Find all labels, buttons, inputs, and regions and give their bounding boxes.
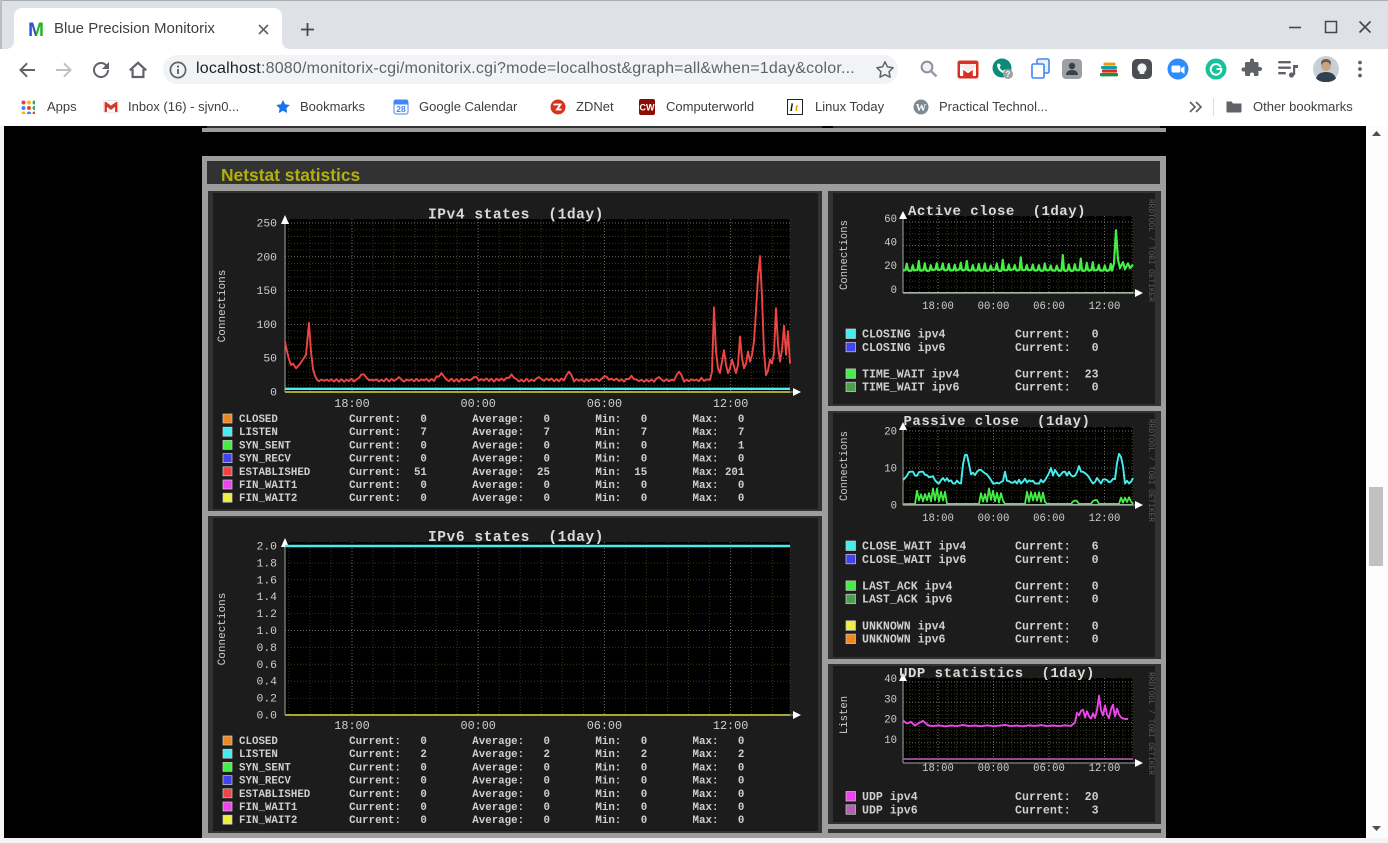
- svg-text:ESTABLISHED Current: 51: ESTABLISHED Current: 51 Average: 25 Min:…: [239, 467, 745, 479]
- svg-text:0: 0: [891, 285, 897, 297]
- svg-text:Connections: Connections: [217, 270, 229, 343]
- svg-text:12:00: 12:00: [1089, 763, 1121, 775]
- svg-text:IPv4 states (1day): IPv4 states (1day): [428, 208, 604, 224]
- svg-text:250: 250: [256, 219, 277, 231]
- svg-text:00:00: 00:00: [460, 397, 495, 411]
- svg-text:Connections: Connections: [217, 593, 229, 666]
- svg-text:06:00: 06:00: [1033, 301, 1065, 313]
- svg-text:20: 20: [884, 427, 897, 439]
- svg-text:Passive close (1day): Passive close (1day): [904, 414, 1091, 430]
- svg-text:LISTEN Current: 7: LISTEN Current: 7 Average: 7 Min: 7 Max:…: [239, 427, 744, 439]
- svg-text:12:00: 12:00: [1089, 301, 1121, 313]
- svg-text:RRDTOOL / TOBI OETIKER: RRDTOOL / TOBI OETIKER: [1146, 419, 1154, 522]
- svg-text:12:00: 12:00: [713, 719, 748, 733]
- svg-text:0: 0: [891, 501, 897, 513]
- svg-text:CLOSED Current: 0: CLOSED Current: 0 Average: 0 Min: 0 Max:…: [239, 736, 744, 748]
- svg-text:RRDTOOL / TOBI OETIKER: RRDTOOL / TOBI OETIKER: [1146, 199, 1154, 302]
- svg-text:28: 28: [396, 104, 406, 114]
- svg-text:CLOSING ipv4 Current:: CLOSING ipv4 Current: 0: [862, 329, 1099, 342]
- svg-text:40: 40: [884, 674, 897, 686]
- svg-text:06:00: 06:00: [587, 719, 622, 733]
- svg-text:00:00: 00:00: [978, 763, 1010, 775]
- svg-text:20: 20: [884, 261, 897, 273]
- svg-text:40: 40: [884, 238, 897, 250]
- svg-text:18:00: 18:00: [922, 513, 954, 525]
- svg-text:0.8: 0.8: [256, 643, 277, 655]
- svg-text:ESTABLISHED Current: 0: ESTABLISHED Current: 0 Average: 0 Min: 0…: [239, 789, 744, 801]
- svg-text:TIME_WAIT ipv4 Current:: TIME_WAIT ipv4 Current: 23: [862, 368, 1099, 381]
- svg-text:Active close (1day): Active close (1day): [908, 204, 1086, 220]
- svg-text:UDP statistics (1day): UDP statistics (1day): [899, 666, 1095, 682]
- svg-text:RRDTOOL / TOBI OETIKER: RRDTOOL / TOBI OETIKER: [1146, 672, 1154, 775]
- svg-text:TIME_WAIT ipv6 Current:: TIME_WAIT ipv6 Current: 0: [862, 382, 1099, 395]
- svg-text:FIN_WAIT2 Current: 0: FIN_WAIT2 Current: 0 Average: 0 Min: 0 M…: [239, 493, 744, 505]
- svg-text:50: 50: [263, 354, 277, 366]
- svg-text:18:00: 18:00: [334, 719, 369, 733]
- svg-text:CLOSING ipv6 Current:: CLOSING ipv6 Current: 0: [862, 342, 1099, 355]
- svg-text:UDP ipv6 Current:: UDP ipv6 Current: 3: [862, 804, 1099, 817]
- svg-text:1.4: 1.4: [256, 592, 277, 604]
- svg-text:SYN_RECV Current: 0: SYN_RECV Current: 0 Average: 0 Min: 0 Ma…: [239, 776, 744, 788]
- svg-text:0.0: 0.0: [256, 711, 277, 723]
- svg-text:18:00: 18:00: [922, 763, 954, 775]
- svg-text:06:00: 06:00: [1033, 513, 1065, 525]
- svg-text:150: 150: [256, 286, 277, 298]
- svg-text:06:00: 06:00: [1033, 763, 1065, 775]
- svg-text:0.2: 0.2: [256, 694, 277, 706]
- svg-text:CLOSED Current: 0: CLOSED Current: 0 Average: 0 Min: 0 Max:…: [239, 414, 744, 426]
- svg-text:UDP ipv4 Current:: UDP ipv4 Current: 20: [862, 791, 1099, 804]
- svg-text:0.4: 0.4: [256, 677, 277, 689]
- svg-text:2.0: 2.0: [256, 542, 277, 554]
- svg-text:20: 20: [884, 715, 897, 727]
- svg-text:12:00: 12:00: [713, 397, 748, 411]
- svg-text:1.2: 1.2: [256, 609, 277, 621]
- svg-text:FIN_WAIT2 Current: 0: FIN_WAIT2 Current: 0 Average: 0 Min: 0 M…: [239, 815, 744, 827]
- svg-text:30: 30: [884, 694, 897, 706]
- svg-text:LAST_ACK ipv4 Current:: LAST_ACK ipv4 Current: 0: [862, 580, 1099, 593]
- svg-text:18:00: 18:00: [334, 397, 369, 411]
- svg-text:Connections: Connections: [839, 431, 851, 501]
- svg-text:12:00: 12:00: [1089, 513, 1121, 525]
- svg-text:1.0: 1.0: [256, 626, 277, 638]
- svg-text:1.6: 1.6: [256, 575, 277, 587]
- svg-text:0: 0: [270, 388, 277, 400]
- svg-text:FIN_WAIT1 Current: 0: FIN_WAIT1 Current: 0 Average: 0 Min: 0 M…: [239, 480, 744, 492]
- svg-text:RRDTOOL / TOBI OETIKER: RRDTOOL / TOBI OETIKER: [815, 526, 818, 629]
- svg-text:10: 10: [884, 464, 897, 476]
- svg-text:?: ?: [1006, 70, 1011, 79]
- svg-text:00:00: 00:00: [978, 513, 1010, 525]
- svg-text:60: 60: [884, 214, 897, 226]
- svg-text:200: 200: [256, 252, 277, 264]
- svg-text:IPv6 states (1day): IPv6 states (1day): [428, 530, 604, 546]
- svg-text:SYN_SENT Current: 0: SYN_SENT Current: 0 Average: 0 Min: 0 Ma…: [239, 762, 744, 774]
- svg-text:LAST_ACK ipv6 Current:: LAST_ACK ipv6 Current: 0: [862, 594, 1099, 607]
- svg-text:M: M: [28, 20, 44, 38]
- svg-text:SYN_RECV Current: 0: SYN_RECV Current: 0 Average: 0 Min: 0 Ma…: [239, 454, 744, 466]
- svg-text:UNKNOWN ipv4 Current:: UNKNOWN ipv4 Current: 0: [862, 620, 1099, 633]
- svg-text:100: 100: [256, 320, 277, 332]
- svg-text:0.6: 0.6: [256, 660, 277, 672]
- svg-text:1.8: 1.8: [256, 558, 277, 570]
- svg-text:Listen: Listen: [839, 696, 851, 734]
- svg-text:LISTEN Current: 2: LISTEN Current: 2 Average: 2 Min: 2 Max:…: [239, 749, 744, 761]
- svg-text:CW: CW: [640, 103, 655, 113]
- svg-text:W: W: [916, 103, 927, 114]
- svg-text:CLOSE_WAIT ipv4 Current:: CLOSE_WAIT ipv4 Current: 6: [862, 541, 1099, 554]
- svg-text:00:00: 00:00: [460, 719, 495, 733]
- svg-text:UNKNOWN ipv6 Current:: UNKNOWN ipv6 Current: 0: [862, 634, 1099, 647]
- svg-text:Connections: Connections: [839, 220, 851, 290]
- svg-text:00:00: 00:00: [978, 301, 1010, 313]
- svg-text:10: 10: [884, 735, 897, 747]
- svg-text:FIN_WAIT1 Current: 0: FIN_WAIT1 Current: 0 Average: 0 Min: 0 M…: [239, 802, 744, 814]
- svg-text:CLOSE_WAIT ipv6 Current:: CLOSE_WAIT ipv6 Current: 0: [862, 554, 1099, 567]
- svg-text:18:00: 18:00: [922, 301, 954, 313]
- svg-text:06:00: 06:00: [587, 397, 622, 411]
- svg-text:RRDTOOL / TOBI OETIKER: RRDTOOL / TOBI OETIKER: [815, 201, 818, 304]
- svg-text:SYN_SENT Current: 0: SYN_SENT Current: 0 Average: 0 Min: 0 Ma…: [239, 440, 745, 452]
